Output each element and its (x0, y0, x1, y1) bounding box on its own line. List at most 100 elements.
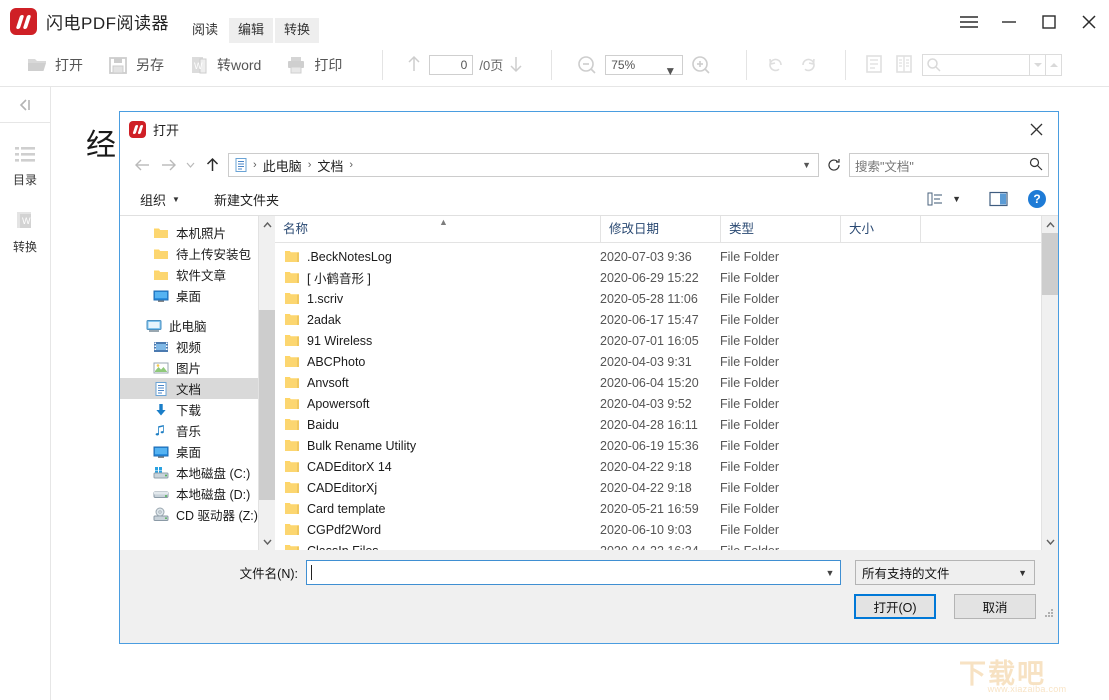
file-row[interactable]: Baidu 2020-04-28 16:11 File Folder (275, 414, 1041, 435)
dialog-search-box[interactable]: 搜索"文档" (849, 153, 1049, 177)
help-icon[interactable]: ? (1028, 190, 1046, 208)
menu-icon[interactable] (949, 0, 989, 43)
sidebar-item-convert[interactable]: W 转换 (0, 210, 50, 255)
file-row[interactable]: CADEditorX 14 2020-04-22 9:18 File Folder (275, 456, 1041, 477)
tree-item-label: 视频 (176, 341, 202, 355)
zoom-level-select[interactable]: 75% ▼ (605, 54, 684, 78)
file-name-cell: 2adak (275, 313, 600, 327)
file-row[interactable]: ClassIn Files2020-04-22 16:34File Folder (275, 540, 1041, 550)
file-row[interactable]: [ 小鹤音形 ] 2020-06-29 15:22 File Folder (275, 267, 1041, 288)
document-search-box[interactable] (922, 53, 1063, 76)
tab-convert[interactable]: 转换 (275, 18, 320, 43)
cancel-button[interactable]: 取消 (954, 594, 1036, 619)
tree-item-12[interactable]: 本地磁盘 (D:) (120, 483, 258, 504)
dialog-close-icon[interactable] (1014, 112, 1058, 147)
open-button[interactable]: 打开 (0, 43, 95, 87)
tree-scrollbar-thumb[interactable] (259, 310, 275, 500)
dialog-search-input[interactable]: 搜索"文档" (855, 156, 1029, 175)
tree-scrollbar[interactable] (258, 216, 275, 550)
file-row[interactable]: 2adak 2020-06-17 15:47 File Folder (275, 309, 1041, 330)
breadcrumb[interactable]: › 此电脑 › 文档 › ▼ (228, 153, 819, 177)
tree-item-label: 文档 (176, 383, 202, 397)
file-row[interactable]: 91 Wireless 2020-07-01 16:05 File Folder (275, 330, 1041, 351)
two-page-view-icon[interactable] (894, 54, 916, 76)
column-header-2[interactable]: 类型 (720, 215, 840, 243)
breadcrumb-item-1[interactable]: 文档 (315, 156, 345, 175)
to-word-button[interactable]: W 转word (176, 43, 273, 87)
file-type-cell: File Folder (720, 480, 780, 495)
tree-item-10[interactable]: 桌面 (120, 441, 258, 462)
tree-item-3[interactable]: 桌面 (120, 285, 258, 306)
tab-edit[interactable]: 编辑 (229, 18, 274, 43)
up-arrow-icon[interactable] (199, 152, 225, 178)
sidebar-item-outline[interactable]: 目录 (0, 145, 50, 188)
file-name-cell: Card template (275, 502, 600, 516)
filename-input[interactable]: ▼ (306, 560, 841, 585)
tree-item-9[interactable]: 音乐 (120, 420, 258, 441)
file-type-select[interactable]: 所有支持的文件 ▼ (855, 560, 1035, 585)
breadcrumb-dropdown-icon[interactable]: ▼ (795, 160, 818, 170)
tree-item-2[interactable]: 软件文章 (120, 264, 258, 285)
breadcrumb-sep-2[interactable]: › (345, 159, 357, 171)
file-row[interactable]: Anvsoft 2020-06-04 15:20 File Folder (275, 372, 1041, 393)
page-up-icon[interactable] (405, 54, 423, 76)
zoom-in-icon[interactable] (690, 54, 712, 76)
view-list-icon[interactable]: ▼ (921, 191, 967, 207)
tree-item-13[interactable]: CD 驱动器 (Z:) (120, 504, 258, 525)
search-next-icon[interactable] (1045, 54, 1061, 75)
recent-locations-icon[interactable] (181, 152, 199, 178)
minimize-icon[interactable] (989, 0, 1029, 43)
scroll-down-icon[interactable] (259, 533, 275, 550)
file-list-scrollbar-thumb[interactable] (1042, 233, 1058, 295)
tree-item-1[interactable]: 待上传安装包 (120, 243, 258, 264)
file-type-cell: File Folder (720, 291, 780, 306)
single-page-view-icon[interactable] (864, 54, 886, 76)
file-row[interactable]: Card template 2020-05-21 16:59 File Folder (275, 498, 1041, 519)
rotate-right-icon[interactable] (797, 54, 819, 76)
file-row[interactable]: Apowersoft 2020-04-03 9:52 File Folder (275, 393, 1041, 414)
breadcrumb-item-0[interactable]: 此电脑 (261, 156, 304, 175)
tree-item-5[interactable]: 视频 (120, 336, 258, 357)
back-arrow-icon[interactable] (129, 152, 155, 178)
file-row[interactable]: 1.scriv 2020-05-28 11:06 File Folder (275, 288, 1041, 309)
tree-item-4[interactable]: 此电脑 (120, 315, 258, 336)
close-icon[interactable] (1069, 0, 1109, 43)
filename-dropdown-icon[interactable]: ▼ (820, 561, 840, 584)
tree-item-11[interactable]: 本地磁盘 (C:) (120, 462, 258, 483)
page-down-icon[interactable] (507, 54, 525, 76)
forward-arrow-icon[interactable] (155, 152, 181, 178)
file-row[interactable]: CADEditorXj 2020-04-22 9:18 File Folder (275, 477, 1041, 498)
page-number-input[interactable]: 0 (429, 54, 474, 75)
tree-item-0[interactable]: 本机照片 (120, 222, 258, 243)
scroll-up-icon[interactable] (1042, 216, 1058, 233)
file-row[interactable]: ABCPhoto 2020-04-03 9:31 File Folder (275, 351, 1041, 372)
file-row[interactable]: Bulk Rename Utility 2020-06-19 15:36 File … (275, 435, 1041, 456)
tree-item-6[interactable]: 图片 (120, 357, 258, 378)
column-header-1[interactable]: 修改日期 (600, 215, 720, 243)
tree-item-8[interactable]: 下载 (120, 399, 258, 420)
file-row[interactable]: CGPdf2Word 2020-06-10 9:03 File Folder (275, 519, 1041, 540)
resize-grip[interactable] (1044, 606, 1054, 617)
refresh-icon[interactable] (823, 153, 845, 177)
zoom-out-icon[interactable] (576, 54, 598, 76)
new-folder-button[interactable]: 新建文件夹 (204, 190, 289, 209)
file-list-scrollbar[interactable] (1041, 216, 1058, 550)
rotate-left-icon[interactable] (765, 54, 787, 76)
tab-read[interactable]: 阅读 (183, 18, 227, 43)
column-header-3[interactable]: 大小 (840, 215, 920, 243)
column-header-0[interactable]: 名称 (275, 216, 600, 243)
preview-pane-icon[interactable] (983, 191, 1014, 207)
scroll-down-icon[interactable] (1042, 533, 1058, 550)
file-row[interactable]: .BeckNotesLog 2020-07-03 9:36 File Folder (275, 246, 1041, 267)
scroll-up-icon[interactable] (259, 216, 275, 233)
collapse-left-icon[interactable] (0, 87, 50, 123)
print-button[interactable]: 打印 (273, 43, 354, 87)
search-prev-icon[interactable] (1029, 54, 1045, 75)
organize-menu[interactable]: 组织 ▼ (130, 190, 190, 209)
column-header-4[interactable] (920, 215, 980, 243)
tree-item-7[interactable]: 文档 (120, 378, 258, 399)
save-as-button[interactable]: 另存 (95, 43, 176, 87)
open-confirm-button[interactable]: 打开(O) (854, 594, 936, 619)
chevron-down-icon[interactable]: ▼ (952, 194, 961, 204)
maximize-icon[interactable] (1029, 0, 1069, 43)
